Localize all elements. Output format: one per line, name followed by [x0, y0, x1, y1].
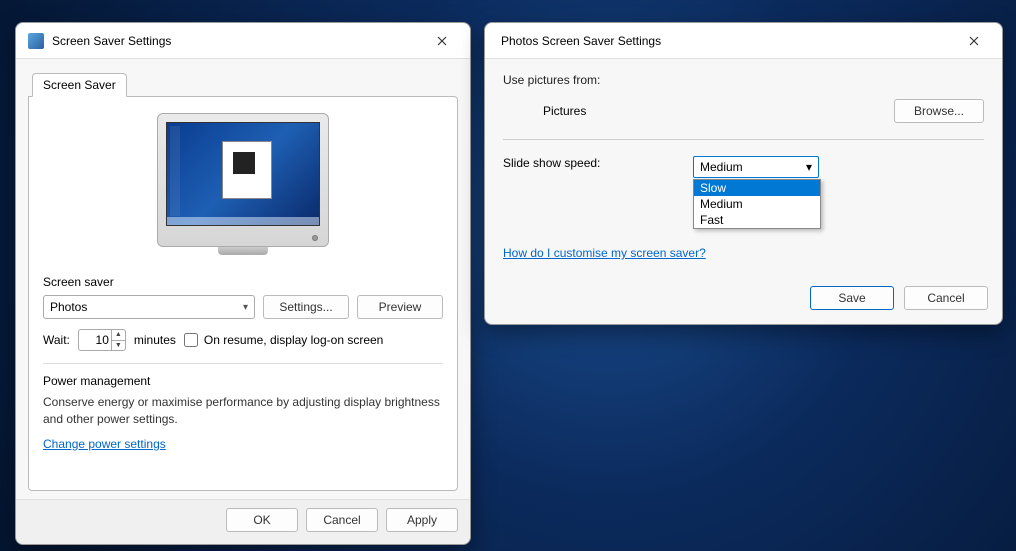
- ok-button[interactable]: OK: [226, 508, 298, 532]
- divider: [43, 363, 443, 364]
- browse-button[interactable]: Browse...: [894, 99, 984, 123]
- screensaver-group-label: Screen saver: [43, 275, 443, 289]
- wait-minutes-input[interactable]: [79, 333, 111, 347]
- dialog-button-row: Save Cancel: [485, 276, 1002, 324]
- screensaver-select[interactable]: Photos ▾: [43, 295, 255, 319]
- apply-button[interactable]: Apply: [386, 508, 458, 532]
- speed-option-medium[interactable]: Medium: [694, 196, 820, 212]
- wait-unit: minutes: [134, 333, 176, 347]
- pictures-value: Pictures: [503, 104, 693, 118]
- power-heading: Power management: [43, 374, 443, 388]
- speed-select[interactable]: Medium ▾ Slow Medium Fast: [693, 156, 819, 178]
- resume-logon-checkbox[interactable]: [184, 333, 198, 347]
- cancel-button[interactable]: Cancel: [306, 508, 378, 532]
- use-pictures-label: Use pictures from:: [503, 73, 600, 87]
- close-icon: [969, 36, 979, 46]
- cancel-button[interactable]: Cancel: [904, 286, 988, 310]
- content: Use pictures from: Pictures Browse... Sl…: [485, 59, 1002, 276]
- resume-logon-label: On resume, display log-on screen: [204, 333, 383, 347]
- save-button[interactable]: Save: [810, 286, 894, 310]
- close-button[interactable]: [422, 27, 462, 55]
- tab-screen-saver[interactable]: Screen Saver: [32, 73, 127, 97]
- tab-row: Screen Saver: [32, 73, 458, 97]
- spinner-up-icon[interactable]: ▲: [112, 330, 125, 341]
- wait-minutes-spinner[interactable]: ▲ ▼: [78, 329, 126, 351]
- chevron-down-icon: ▾: [806, 160, 812, 174]
- speed-select-value: Medium: [700, 160, 743, 174]
- dialog-title: Screen Saver Settings: [52, 34, 422, 48]
- photos-screensaver-settings-dialog: Photos Screen Saver Settings Use picture…: [484, 22, 1003, 325]
- speed-option-fast[interactable]: Fast: [694, 212, 820, 228]
- power-text: Conserve energy or maximise performance …: [43, 394, 443, 429]
- customize-link[interactable]: How do I customise my screen saver?: [503, 246, 706, 260]
- speed-option-slow[interactable]: Slow: [694, 180, 820, 196]
- preview-button[interactable]: Preview: [357, 295, 443, 319]
- titlebar: Screen Saver Settings: [16, 23, 470, 59]
- tab-panel: Screen saver Photos ▾ Settings... Previe…: [28, 96, 458, 491]
- wait-label: Wait:: [43, 333, 70, 347]
- resume-logon-checkbox-wrap[interactable]: On resume, display log-on screen: [184, 333, 383, 347]
- chevron-down-icon: ▾: [243, 302, 248, 313]
- close-icon: [437, 36, 447, 46]
- speed-dropdown-list: Slow Medium Fast: [693, 179, 821, 229]
- dialog-title: Photos Screen Saver Settings: [497, 34, 954, 48]
- spinner-down-icon[interactable]: ▼: [112, 341, 125, 351]
- change-power-settings-link[interactable]: Change power settings: [43, 437, 166, 451]
- close-button[interactable]: [954, 27, 994, 55]
- screen-saver-settings-dialog: Screen Saver Settings Screen Saver Scr: [15, 22, 471, 545]
- monitor-preview: [43, 113, 443, 255]
- screensaver-select-value: Photos: [50, 300, 87, 314]
- titlebar: Photos Screen Saver Settings: [485, 23, 1002, 59]
- screensaver-icon: [28, 33, 44, 49]
- divider: [503, 139, 984, 140]
- settings-button[interactable]: Settings...: [263, 295, 349, 319]
- dialog-button-row: OK Cancel Apply: [16, 499, 470, 544]
- speed-label: Slide show speed:: [503, 156, 693, 170]
